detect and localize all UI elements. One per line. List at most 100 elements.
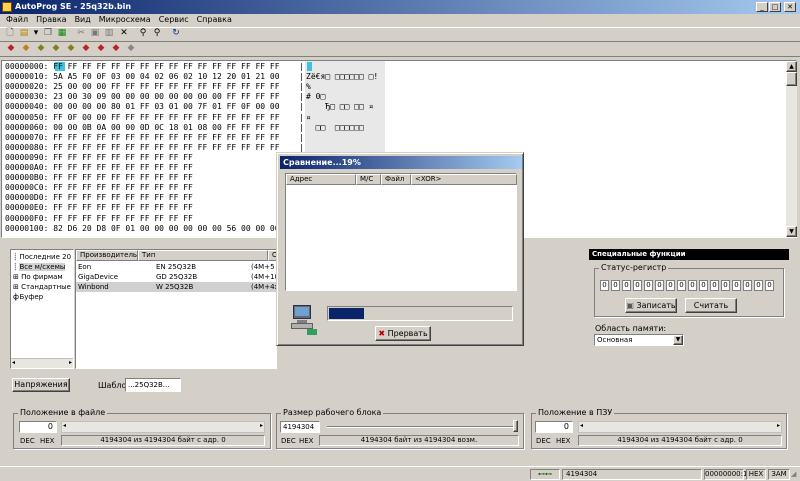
hex-row[interactable]: 000000A0: FF FF FF FF FF FF FF FF FF FF <box>5 163 193 173</box>
status-bit[interactable]: 0 <box>666 280 675 291</box>
minimize-button[interactable]: _ <box>756 2 768 12</box>
hex-row[interactable]: 00000000: FF FF FF FF FF FF FF FF FF FF … <box>5 62 280 72</box>
ascii-text[interactable]: □□ □□□□□□ <box>306 123 364 133</box>
col-xor[interactable]: <XOR> <box>411 174 517 185</box>
stop-icon[interactable]: ◆ <box>125 43 137 54</box>
hex-row[interactable]: 00000080: FF FF FF FF FF FF FF FF FF FF … <box>5 143 280 153</box>
find-icon[interactable]: ⚲ <box>137 28 149 39</box>
hex-bytes[interactable]: 00 00 00 00 80 01 FF 03 01 00 7F 01 FF 0… <box>53 102 279 111</box>
status-bit[interactable]: 0 <box>754 280 763 291</box>
abort-button[interactable]: ✖ Прервать <box>375 326 431 341</box>
hex-bytes[interactable]: FF FF FF FF FF FF FF FF FF FF FF FF FF F… <box>53 133 279 142</box>
hex-scrollbar[interactable] <box>786 61 797 237</box>
menu-help[interactable]: Справка <box>197 15 232 24</box>
hex-bytes[interactable]: 5A A5 F0 0F 03 00 04 02 06 02 10 12 20 0… <box>53 72 279 81</box>
menu-service[interactable]: Сервис <box>159 15 189 24</box>
chip-row-selected[interactable]: Winbond W 25Q32B (4M+4x2 <box>76 282 283 292</box>
hex-row[interactable]: 00000040: 00 00 00 00 80 01 FF 03 01 00 … <box>5 102 280 112</box>
cut-icon[interactable]: ✂ <box>75 28 87 39</box>
ascii-text[interactable]: % <box>306 82 311 92</box>
menu-chip[interactable]: Микросхема <box>99 15 151 24</box>
hex-row[interactable]: 000000C0: FF FF FF FF FF FF FF FF FF FF <box>5 183 193 193</box>
menu-edit[interactable]: Правка <box>36 15 66 24</box>
scroll-left-icon[interactable]: ◂ <box>580 422 583 429</box>
hex-bytes[interactable]: FF FF FF FF FF FF FF FF FF FF <box>53 193 193 202</box>
block-size-input[interactable]: 4194304 <box>280 421 320 433</box>
read-register-button[interactable]: Считать <box>685 298 737 313</box>
hex-row[interactable]: 000000E0: FF FF FF FF FF FF FF FF FF FF <box>5 203 193 213</box>
status-bit[interactable]: 0 <box>765 280 774 291</box>
unprotect-icon[interactable]: ◆ <box>110 43 122 54</box>
chevron-down-icon[interactable]: ▼ <box>673 335 683 345</box>
tree-item-by-vendor[interactable]: ⊞ По фирмам <box>13 272 63 282</box>
ascii-text[interactable]: # 0□ <box>306 92 325 102</box>
hex-row[interactable]: 00000010: 5A A5 F0 0F 03 00 04 02 06 02 … <box>5 72 280 82</box>
write-chip-icon[interactable]: ◆ <box>50 43 62 54</box>
hex-bytes[interactable]: 23 00 30 09 00 00 00 00 00 00 00 00 FF F… <box>53 92 279 101</box>
hex-row[interactable]: 00000070: FF FF FF FF FF FF FF FF FF FF … <box>5 133 280 143</box>
clipboard-icon[interactable]: ▥ <box>103 28 115 39</box>
hex-bytes[interactable]: FF FF FF FF FF FF FF FF FF FF <box>53 214 193 223</box>
col-chip[interactable]: М/С <box>356 174 381 185</box>
chip-row[interactable]: GigaDevice GD 25Q32B (4M+10 <box>76 272 279 282</box>
status-bit[interactable]: 0 <box>710 280 719 291</box>
scroll-up-button[interactable]: ▲ <box>786 61 797 72</box>
memory-area-select[interactable]: Основная ▼ <box>594 334 684 346</box>
tree-item-recent[interactable]: ┊ Последние 20 <box>13 252 71 262</box>
status-bit[interactable]: 0 <box>699 280 708 291</box>
col-address[interactable]: Адрес <box>286 174 356 185</box>
hex-bytes[interactable]: FF FF FF FF FF FF FF FF FF FF FF FF FF F… <box>53 143 279 152</box>
dropdown-icon[interactable]: ▾ <box>30 28 42 39</box>
status-bit[interactable]: 0 <box>721 280 730 291</box>
replace-icon[interactable]: ⚲ <box>151 28 163 39</box>
scroll-down-button[interactable]: ▼ <box>786 226 797 237</box>
delete-icon[interactable]: ✕ <box>118 28 130 39</box>
status-bit[interactable]: 0 <box>688 280 697 291</box>
file-position-slider[interactable]: ◂ ▸ <box>61 421 265 433</box>
status-bit[interactable]: 0 <box>644 280 653 291</box>
block-size-slider-thumb[interactable] <box>513 420 518 432</box>
hex-row[interactable]: 000000D0: FF FF FF FF FF FF FF FF FF FF <box>5 193 193 203</box>
status-bit[interactable]: 0 <box>633 280 642 291</box>
read-chip-icon[interactable]: ◆ <box>5 43 17 54</box>
chip-tree[interactable]: ┊ Последние 20 ┊ Все м/схемы ⊞ По фирмам… <box>10 249 74 369</box>
write-register-button[interactable]: ▣ Записать <box>625 298 677 313</box>
menu-view[interactable]: Вид <box>75 15 91 24</box>
protect-icon[interactable]: ◆ <box>95 43 107 54</box>
blank-check-icon[interactable]: ◆ <box>35 43 47 54</box>
tree-item-all[interactable]: ┊ Все м/схемы <box>13 262 66 272</box>
hex-row[interactable]: 00000090: FF FF FF FF FF FF FF FF FF FF <box>5 153 193 163</box>
hex-bytes[interactable]: 25 00 00 00 FF FF FF FF FF FF FF FF FF F… <box>53 82 279 91</box>
hex-toggle[interactable]: HEX <box>40 437 54 445</box>
col-manufacturer[interactable]: Производитель <box>76 250 138 261</box>
file-position-input[interactable]: 0 <box>19 421 57 433</box>
verify-chip-icon[interactable]: ◆ <box>65 43 77 54</box>
hex-bytes[interactable]: FF FF FF FF FF FF FF FF FF FF <box>53 203 193 212</box>
compare-results-list[interactable]: Адрес М/С Файл <XOR> <box>285 173 517 291</box>
ascii-text[interactable]: ¤ <box>306 113 311 123</box>
status-bit[interactable]: 0 <box>677 280 686 291</box>
erase-chip-icon[interactable]: ◆ <box>20 43 32 54</box>
scroll-right-icon[interactable]: ▸ <box>777 422 780 429</box>
ascii-text[interactable]: Ђ□ □□ □□ ¤ <box>306 102 373 112</box>
status-bit[interactable]: 0 <box>743 280 752 291</box>
scroll-left-icon[interactable]: ◂ <box>63 422 66 429</box>
status-bit[interactable]: 0 <box>611 280 620 291</box>
scroll-thumb[interactable] <box>786 72 797 86</box>
hex-row[interactable]: 00000100: 82 D6 20 D8 0F 01 00 00 00 00 … <box>5 224 280 234</box>
status-bit[interactable]: 0 <box>732 280 741 291</box>
rom-position-input[interactable]: 0 <box>535 421 573 433</box>
hex-bytes[interactable]: 82 D6 20 D8 0F 01 00 00 00 00 00 00 56 0… <box>53 224 279 233</box>
auto-icon[interactable]: ◆ <box>80 43 92 54</box>
dec-toggle[interactable]: DEC <box>20 437 35 445</box>
status-bit[interactable]: 0 <box>622 280 631 291</box>
col-type[interactable]: Тип <box>138 250 268 261</box>
hex-bytes[interactable]: FF FF FF FF FF FF FF FF FF FF <box>53 153 193 162</box>
goto-icon[interactable]: ↻ <box>170 28 182 39</box>
save-icon[interactable]: ▦ <box>56 28 68 39</box>
block-size-track[interactable] <box>327 426 517 428</box>
scroll-right-icon[interactable]: ▸ <box>69 359 72 366</box>
maximize-button[interactable]: □ <box>769 2 781 12</box>
hex-row[interactable]: 000000F0: FF FF FF FF FF FF FF FF FF FF <box>5 214 193 224</box>
voltage-button[interactable]: Напряжения <box>12 378 70 392</box>
